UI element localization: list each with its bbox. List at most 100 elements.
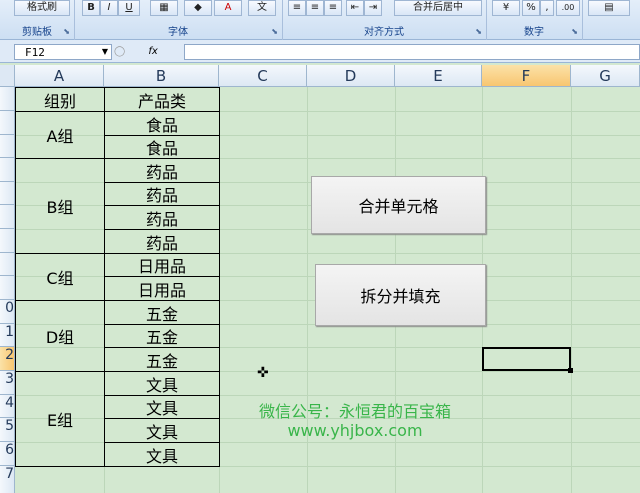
row-header[interactable]	[0, 276, 15, 300]
column-header-g[interactable]: G	[571, 65, 640, 87]
move-cross-icon: ✜	[257, 365, 269, 381]
group-cell-e[interactable]: E组	[15, 371, 105, 467]
select-all-button[interactable]	[0, 65, 15, 87]
font-color-button[interactable]: A	[214, 0, 242, 16]
row-header-selected[interactable]: 2	[0, 347, 15, 371]
borders-button[interactable]: ▦	[150, 0, 178, 16]
phonetic-button[interactable]: 文	[248, 0, 276, 16]
header-cell-group[interactable]: 组别	[15, 87, 105, 112]
name-box[interactable]: F12	[14, 44, 112, 60]
row-header[interactable]: 0	[0, 300, 15, 324]
dialog-launcher-icon[interactable]: ⬊	[63, 27, 70, 36]
item-cell[interactable]: 文具	[104, 418, 220, 443]
formula-input[interactable]	[184, 44, 640, 60]
item-cell[interactable]: 日用品	[104, 253, 220, 277]
chevron-down-icon[interactable]: ▼	[99, 44, 111, 60]
watermark-text: 微信公号：永恒君的百宝箱	[258, 402, 451, 421]
styles-group: ▤	[582, 0, 640, 40]
row-header[interactable]: 7	[0, 466, 15, 493]
align-left-icon: ≡	[292, 2, 302, 13]
item-cell[interactable]: 文具	[104, 442, 220, 467]
column-header-c[interactable]: C	[219, 65, 307, 87]
row-header[interactable]	[0, 158, 15, 182]
align-center-button[interactable]: ≡	[306, 0, 324, 16]
column-header-f[interactable]: F	[482, 65, 571, 87]
alignment-group-label: 对齐方式	[364, 27, 404, 38]
number-group-label: 数字	[524, 27, 544, 38]
decrease-indent-icon: ⇤	[350, 2, 360, 13]
phonetic-icon: 文	[257, 2, 267, 13]
row-header[interactable]: 6	[0, 442, 15, 466]
column-header-d[interactable]: D	[307, 65, 395, 87]
watermark-url: www.yhjbox.com	[287, 421, 423, 440]
item-cell[interactable]: 五金	[104, 324, 220, 348]
borders-icon: ▦	[159, 2, 169, 13]
group-cell-c[interactable]: C组	[15, 253, 105, 301]
fill-color-button[interactable]: ◆	[184, 0, 212, 16]
row-header[interactable]: 5	[0, 418, 15, 442]
dialog-launcher-icon[interactable]: ⬊	[271, 27, 278, 36]
font-group: B I U ▦ ◆ A 文 字体 ⬊	[74, 0, 283, 40]
active-cell[interactable]	[482, 347, 571, 371]
item-cell[interactable]: 食品	[104, 111, 220, 136]
font-group-label: 字体	[168, 27, 188, 38]
fill-handle[interactable]	[568, 368, 573, 373]
dialog-launcher-icon[interactable]: ⬊	[475, 27, 482, 36]
group-cell-b[interactable]: B组	[15, 158, 105, 254]
item-cell[interactable]: 文具	[104, 395, 220, 419]
item-cell[interactable]: 食品	[104, 135, 220, 159]
item-cell[interactable]: 文具	[104, 371, 220, 396]
row-header[interactable]: 3	[0, 371, 15, 395]
row-header[interactable]	[0, 111, 15, 135]
item-cell[interactable]: 五金	[104, 300, 220, 325]
row-header[interactable]	[0, 182, 15, 205]
column-header-e[interactable]: E	[395, 65, 482, 87]
underline-button[interactable]: U	[118, 0, 140, 16]
group-cell-a[interactable]: A组	[15, 111, 105, 159]
item-cell[interactable]: 药品	[104, 158, 220, 183]
item-cell[interactable]: 药品	[104, 205, 220, 230]
row-header[interactable]: 1	[0, 324, 15, 347]
item-cell[interactable]: 药品	[104, 229, 220, 254]
alignment-group: ≡ ≡ ≡ ⇤ ⇥ 合并后居中 对齐方式 ⬊	[282, 0, 487, 40]
column-header-a[interactable]: A	[15, 65, 104, 87]
insert-function-button[interactable]: ◯ fx	[114, 44, 182, 60]
align-right-button[interactable]: ≡	[324, 0, 342, 16]
row-header[interactable]	[0, 87, 15, 111]
item-cell[interactable]: 日用品	[104, 276, 220, 301]
currency-icon: ¥	[502, 2, 510, 13]
row-header[interactable]	[0, 135, 15, 158]
styles-icon: ▤	[604, 2, 614, 13]
bold-button[interactable]: B	[82, 0, 100, 16]
column-header-b[interactable]: B	[104, 65, 219, 87]
row-header[interactable]	[0, 229, 15, 253]
row-header[interactable]	[0, 205, 15, 229]
fx-icon: fx	[148, 46, 158, 57]
dialog-launcher-icon[interactable]: ⬊	[571, 27, 578, 36]
split-fill-button[interactable]: 拆分并填充	[315, 264, 486, 326]
circle-icon: ◯	[114, 46, 126, 57]
comma-button[interactable]: ,	[540, 0, 554, 16]
percent-button[interactable]: %	[522, 0, 540, 16]
italic-button[interactable]: I	[100, 0, 118, 16]
accounting-format-button[interactable]: ¥	[492, 0, 520, 16]
merge-center-button[interactable]: 合并后居中	[394, 0, 482, 16]
increase-indent-icon: ⇥	[368, 2, 378, 13]
clipboard-group: 格式刷 剪贴板 ⬊	[0, 0, 75, 40]
increase-indent-button[interactable]: ⇥	[364, 0, 382, 16]
decrease-indent-button[interactable]: ⇤	[346, 0, 364, 16]
increase-decimal-button[interactable]: .00	[556, 0, 580, 16]
header-cell-category[interactable]: 产品类	[104, 87, 220, 112]
format-painter-button[interactable]: 格式刷	[14, 0, 70, 16]
align-right-icon: ≡	[328, 2, 338, 13]
merge-cells-button[interactable]: 合并单元格	[311, 176, 486, 234]
row-header[interactable]: 4	[0, 395, 15, 418]
item-cell[interactable]: 五金	[104, 347, 220, 372]
ribbon: 格式刷 剪贴板 ⬊ B I U ▦ ◆ A 文 字体 ⬊ ≡ ≡ ≡ ⇤ ⇥ 合…	[0, 0, 640, 40]
align-left-button[interactable]: ≡	[288, 0, 306, 16]
row-header[interactable]	[0, 253, 15, 276]
align-center-icon: ≡	[310, 2, 320, 13]
styles-button[interactable]: ▤	[588, 0, 630, 16]
item-cell[interactable]: 药品	[104, 182, 220, 206]
group-cell-d[interactable]: D组	[15, 300, 105, 372]
